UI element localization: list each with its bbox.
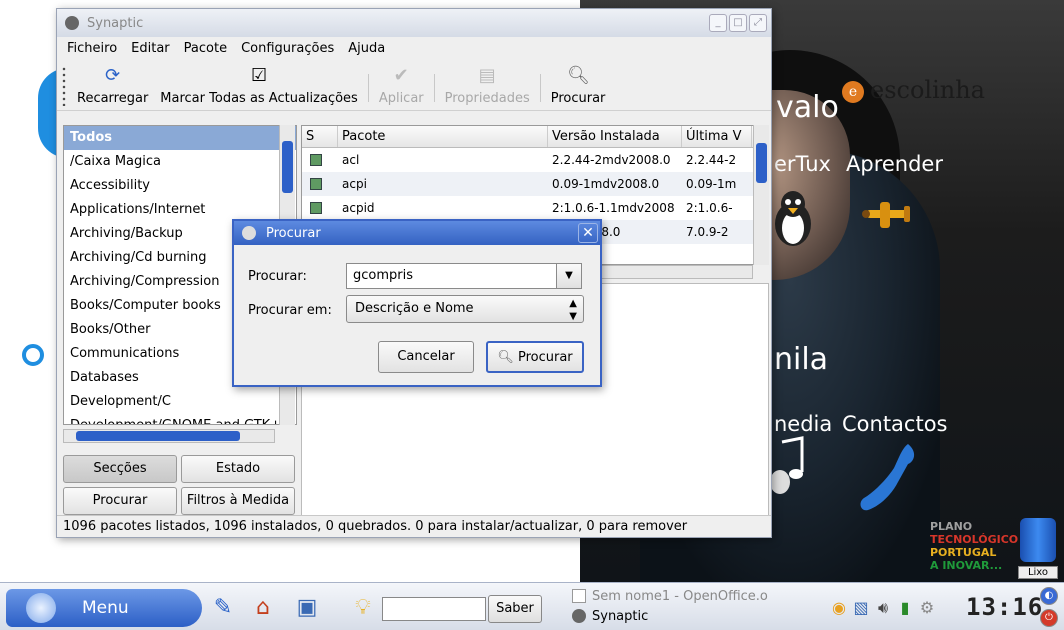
section-item[interactable]: Accessibility [64, 174, 296, 198]
start-menu-button[interactable]: Menu [6, 589, 202, 627]
search-input[interactable]: gcompris [346, 263, 582, 289]
telephone-icon[interactable] [858, 438, 922, 518]
desktop-label-partial: valo [776, 90, 839, 125]
updown-arrows-icon: ▲ ▼ [569, 298, 577, 322]
dialog-close-icon[interactable]: ✕ [578, 223, 598, 243]
synaptic-app-icon [572, 609, 586, 623]
music-note-icon[interactable] [768, 436, 808, 496]
section-item[interactable]: Development/C [64, 390, 296, 414]
lock-icon[interactable]: ◐ [1040, 587, 1058, 605]
search-in-select[interactable]: Descrição e Nome ▲ ▼ [346, 295, 584, 323]
dialog-titlebar[interactable]: Procurar ✕ [234, 221, 600, 245]
lightbulb-icon[interactable]: 💡︎ [350, 595, 376, 621]
airplane-icon[interactable] [858, 200, 918, 230]
desktop-icon-label-aprender[interactable]: Aprender [846, 152, 943, 176]
toolbar-separator [539, 74, 541, 102]
penguin-icon[interactable] [772, 188, 814, 248]
status-filter-button[interactable]: Estado [181, 455, 295, 483]
dialog-title: Procurar [266, 225, 321, 241]
clock: 13:16 [966, 593, 1044, 621]
section-item-todos[interactable]: Todos [64, 126, 296, 150]
desktop-icon-label-multimedia[interactable]: nedia [774, 412, 832, 436]
menu-editar[interactable]: Editar [131, 41, 170, 56]
table-row[interactable]: acl 2.2.44-2mdv2008.0 2.2.44-2 [302, 148, 768, 172]
apply-button[interactable]: ✔ Aplicar [379, 65, 424, 106]
cancel-button[interactable]: Cancelar [378, 341, 474, 373]
edit-launcher-icon[interactable]: ✎ [210, 595, 236, 621]
column-header-status[interactable]: S [302, 126, 338, 147]
mark-upgrades-icon: ☑ [250, 65, 268, 86]
table-row[interactable]: acpi 0.09-1mdv2008.0 0.09-1m [302, 172, 768, 196]
minimize-button[interactable]: _ [709, 14, 727, 32]
toolbar-separator [433, 74, 435, 102]
toolbar-separator [367, 74, 369, 102]
document-icon [572, 589, 586, 603]
menu-configuracoes[interactable]: Configurações [241, 41, 334, 56]
search-filter-button[interactable]: Procurar [63, 487, 177, 515]
menu-orb-icon [26, 593, 56, 623]
section-item[interactable]: /Caixa Magica [64, 150, 296, 174]
reload-icon: ⟳ [105, 65, 121, 86]
installed-status-icon[interactable] [310, 202, 322, 214]
column-header-latest-version[interactable]: Última V [682, 126, 752, 147]
custom-filters-button[interactable]: Filtros à Medida [181, 487, 295, 515]
saber-search-input[interactable] [382, 597, 486, 621]
package-table-header: S Pacote Versão Instalada Última V [302, 126, 768, 148]
search-in-label: Procurar em: [248, 303, 332, 318]
menu-pacote[interactable]: Pacote [184, 41, 227, 56]
properties-icon: ▤ [478, 65, 496, 86]
synaptic-app-icon [65, 16, 79, 30]
taskbar-item-synaptic[interactable]: Synaptic [570, 607, 776, 627]
synaptic-app-icon [242, 226, 256, 240]
magnifier-icon: 🔍︎ [567, 65, 590, 86]
plano-tecnologico-logo: PLANO TECNOLÓGICO PORTUGAL A INOVAR... [930, 520, 1019, 572]
window-titlebar[interactable]: Synaptic _ □ ⤢ [57, 9, 771, 37]
window-title: Synaptic [87, 15, 144, 31]
menu-ajuda[interactable]: Ajuda [348, 41, 385, 56]
reload-button[interactable]: ⟳ Recarregar [77, 65, 148, 106]
search-toolbar-button[interactable]: 🔍︎ Procurar [551, 65, 606, 106]
toolbar: ⟳ Recarregar ☑ Marcar Todas as Actualiza… [57, 59, 771, 111]
settings-icon[interactable]: ⚙ [914, 595, 940, 621]
close-button[interactable]: ⤢ [749, 14, 767, 32]
status-bar: 1096 pacotes listados, 1096 instalados, … [57, 515, 771, 537]
saber-button[interactable]: Saber [488, 595, 542, 623]
table-row[interactable]: acpid 2:1.0.6-1.1mdv2008 2:1.0.6- [302, 196, 768, 220]
toolbar-grip-handle[interactable] [61, 66, 67, 106]
taskbar: Menu ✎ ⌂ ▣ 💡︎ Saber Sem nome1 - OpenOffi… [0, 582, 1064, 630]
power-icon[interactable]: ⏻ [1040, 609, 1058, 627]
trash-icon[interactable]: Lixo [1018, 518, 1058, 579]
taskbar-item-openoffice[interactable]: Sem nome1 - OpenOffice.o [570, 587, 776, 607]
section-item[interactable]: Development/GNOME and GTK+ [64, 414, 296, 424]
maximize-button[interactable]: □ [729, 14, 747, 32]
sections-filter-button[interactable]: Secções [63, 455, 177, 483]
menu-ficheiro[interactable]: Ficheiro [67, 41, 117, 56]
desktop-label-partial-2: nila [774, 342, 829, 377]
package-table-vertical-scrollbar[interactable] [753, 125, 769, 265]
installed-status-icon[interactable] [310, 178, 322, 190]
sections-horizontal-scrollbar[interactable] [63, 429, 275, 443]
column-header-installed-version[interactable]: Versão Instalada [548, 126, 682, 147]
search-dialog: Procurar ✕ Procurar: gcompris ▼ Procurar… [232, 219, 602, 387]
desktop-decoration-ring [22, 344, 44, 366]
search-submit-button[interactable]: 🔍︎ Procurar [486, 341, 584, 373]
home-icon[interactable]: ⌂ [250, 595, 276, 621]
desktop-icon-label-supertux[interactable]: erTux [774, 152, 831, 176]
escolinha-logo: e escolinha [842, 76, 985, 104]
computer-icon[interactable]: ▣ [294, 595, 320, 621]
desktop-icon-label-contactos[interactable]: Contactos [842, 412, 948, 436]
checkmark-icon: ✔ [393, 65, 409, 86]
magnifier-icon: 🔍︎ [497, 350, 514, 365]
mark-all-upgrades-button[interactable]: ☑ Marcar Todas as Actualizações [160, 65, 358, 106]
menubar: Ficheiro Editar Pacote Configurações Aju… [57, 37, 771, 59]
search-history-dropdown[interactable]: ▼ [556, 263, 582, 289]
properties-button[interactable]: ▤ Propriedades [445, 65, 530, 106]
column-header-package[interactable]: Pacote [338, 126, 548, 147]
installed-status-icon[interactable] [310, 154, 322, 166]
search-label: Procurar: [248, 269, 307, 284]
trash-label: Lixo [1018, 566, 1058, 579]
